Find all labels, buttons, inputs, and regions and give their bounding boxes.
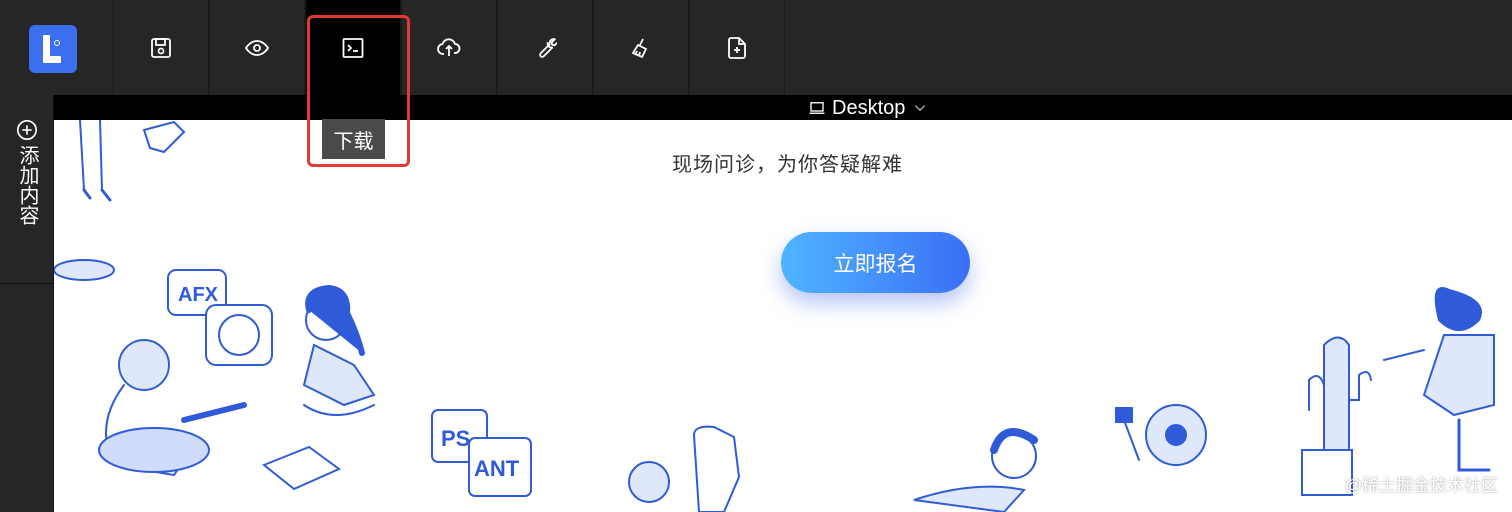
svg-text:AFX: AFX bbox=[178, 284, 219, 306]
svg-text:ANT: ANT bbox=[474, 456, 520, 481]
upload-button[interactable] bbox=[401, 0, 497, 95]
settings-button[interactable] bbox=[497, 0, 593, 95]
left-sidebar: 添加内容 bbox=[0, 95, 54, 512]
broom-icon bbox=[631, 38, 648, 58]
svg-text:PS: PS bbox=[441, 426, 470, 451]
wrench-icon bbox=[539, 37, 557, 58]
download-tooltip: 下载 bbox=[322, 119, 385, 159]
preview-button[interactable] bbox=[209, 0, 305, 95]
save-icon bbox=[151, 37, 171, 58]
illustration-layer: AFX PS ANT bbox=[54, 120, 1495, 512]
cloud-upload-icon bbox=[437, 37, 461, 56]
top-toolbar bbox=[0, 0, 1512, 96]
device-bar bbox=[53, 95, 1512, 120]
app-logo[interactable] bbox=[29, 25, 77, 73]
plus-circle-icon bbox=[16, 120, 37, 140]
page-canvas: 现场问诊，为你答疑解难 立即报名 AFX PS ANT bbox=[54, 120, 1512, 512]
chevron-down-icon bbox=[915, 105, 926, 112]
file-add-icon bbox=[728, 36, 746, 59]
laptop-icon bbox=[809, 102, 825, 114]
device-label: Desktop bbox=[832, 96, 906, 119]
eye-icon bbox=[245, 39, 269, 56]
save-button[interactable] bbox=[113, 0, 209, 95]
watermark: @稀土掘金技术社区 bbox=[1344, 476, 1498, 495]
add-content-button[interactable]: 添加内容 bbox=[0, 95, 53, 284]
new-page-button[interactable] bbox=[689, 0, 785, 95]
clear-button[interactable] bbox=[593, 0, 689, 95]
device-selector[interactable]: Desktop bbox=[808, 97, 929, 119]
add-content-label: 添加内容 bbox=[16, 145, 38, 225]
